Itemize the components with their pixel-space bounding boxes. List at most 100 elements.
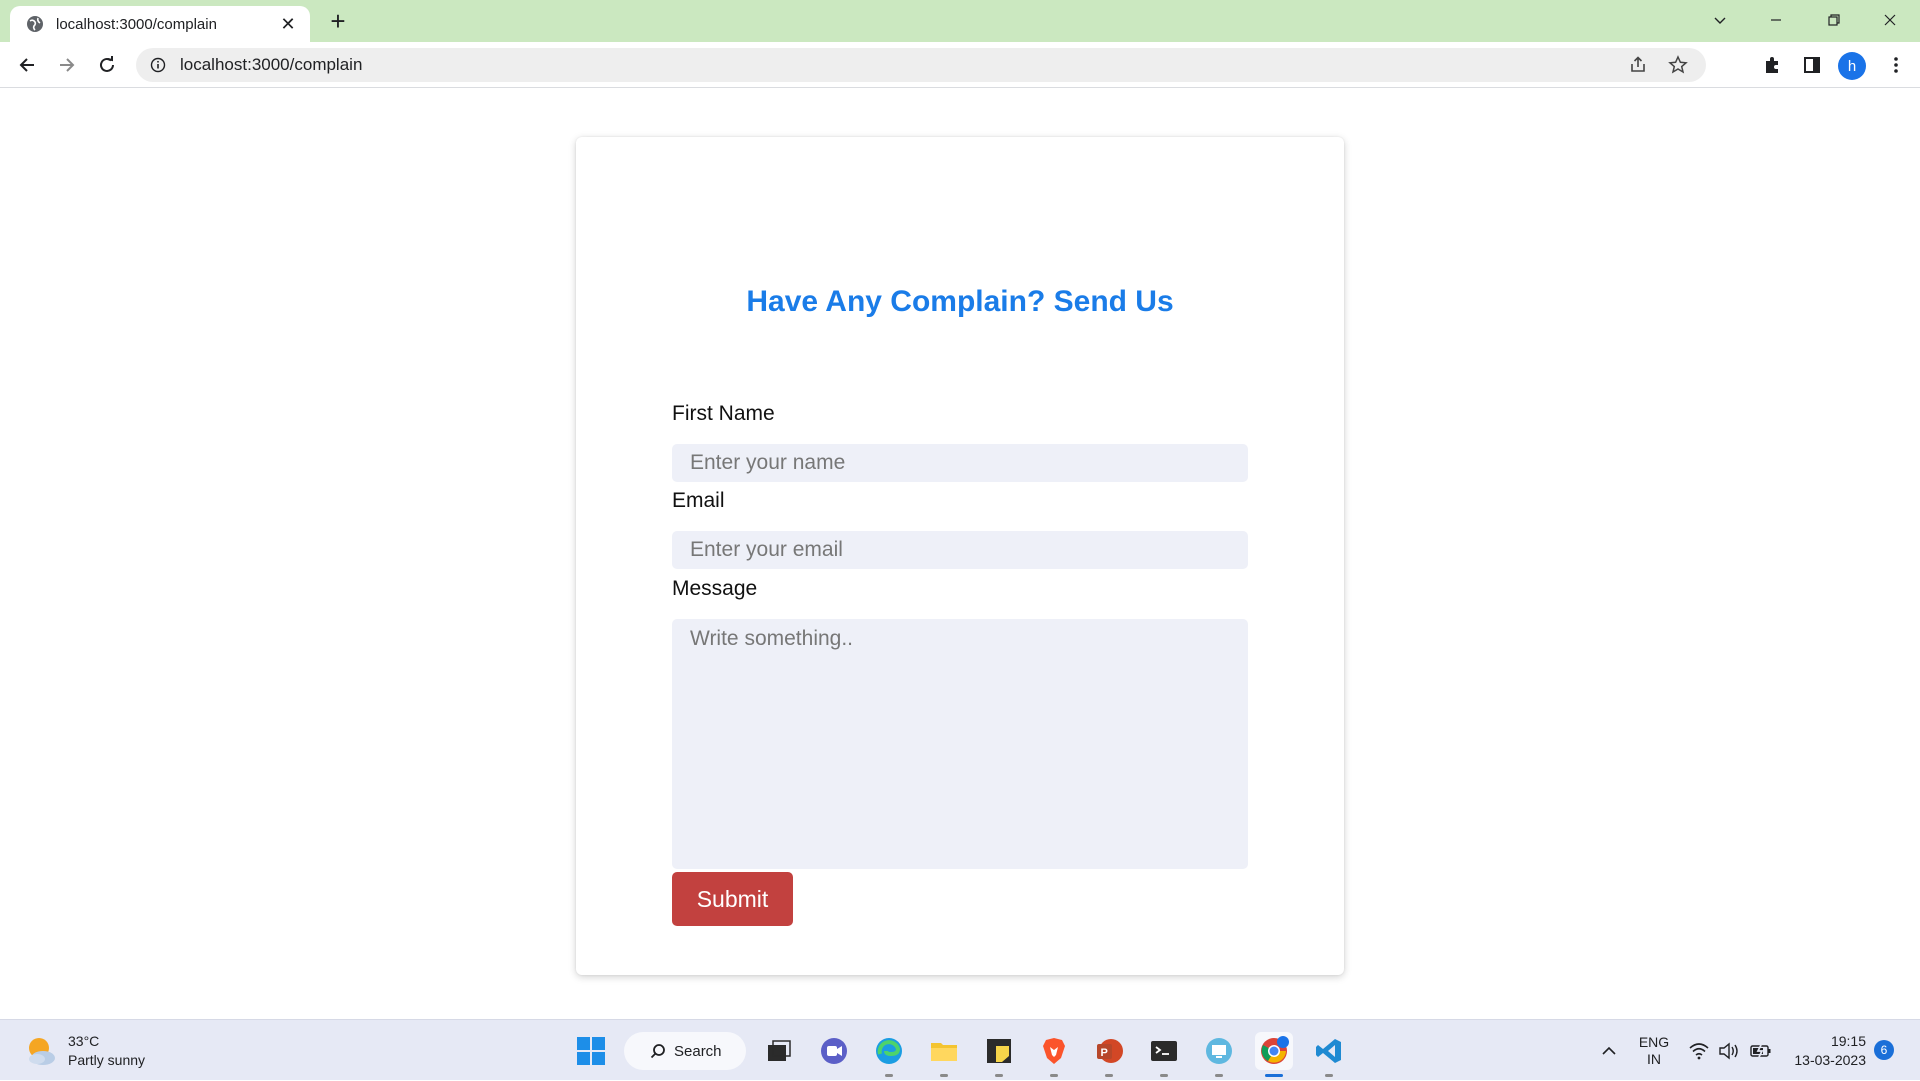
email-input[interactable] bbox=[672, 531, 1248, 569]
form-title: Have Any Complain? Send Us bbox=[746, 285, 1174, 318]
browser-tab-strip: localhost:3000/complain ✕ + bbox=[0, 0, 1920, 42]
language-code: ENG bbox=[1638, 1033, 1670, 1050]
minimize-button[interactable] bbox=[1748, 0, 1804, 40]
share-icon bbox=[1631, 56, 1645, 72]
chrome-icon bbox=[1261, 1036, 1289, 1064]
tab-close-icon[interactable]: ✕ bbox=[278, 14, 298, 35]
weather-description: Partly sunny bbox=[68, 1052, 146, 1068]
terminal-icon bbox=[1151, 1041, 1177, 1061]
globe-icon bbox=[27, 16, 43, 32]
running-indicator bbox=[1215, 1074, 1223, 1077]
running-indicator bbox=[995, 1074, 1003, 1077]
profile-avatar[interactable]: h bbox=[1838, 52, 1866, 80]
terminal-button[interactable] bbox=[1145, 1032, 1183, 1077]
running-indicator bbox=[1160, 1074, 1168, 1077]
url-text: localhost:3000/complain bbox=[180, 55, 363, 74]
submit-button[interactable]: Submit bbox=[672, 872, 793, 926]
network-button[interactable] bbox=[1688, 1020, 1710, 1081]
partly-sunny-icon bbox=[29, 1038, 55, 1065]
chevron-up-icon bbox=[1602, 1046, 1616, 1055]
tab-title: localhost:3000/complain bbox=[56, 15, 217, 33]
show-hidden-icons-button[interactable] bbox=[1600, 1020, 1618, 1081]
task-view-button[interactable] bbox=[760, 1032, 798, 1070]
weather-widget[interactable]: 33°C Partly sunny bbox=[24, 1032, 145, 1070]
powerpoint-icon: P bbox=[1097, 1039, 1123, 1063]
speaker-icon bbox=[1719, 1042, 1738, 1059]
powerpoint-button[interactable]: P bbox=[1090, 1032, 1128, 1077]
extensions-button[interactable] bbox=[1756, 49, 1788, 81]
restore-icon bbox=[1828, 14, 1840, 26]
first-name-input[interactable] bbox=[672, 444, 1248, 482]
sticky-notes-icon bbox=[987, 1039, 1011, 1063]
page-content: Have Any Complain? Send Us First Name Em… bbox=[0, 89, 1920, 1019]
running-indicator bbox=[1105, 1074, 1113, 1077]
notification-badge[interactable]: 6 bbox=[1874, 1040, 1894, 1060]
browser-toolbar: localhost:3000/complain bbox=[0, 42, 1920, 88]
reload-button[interactable] bbox=[91, 49, 123, 81]
language-indicator[interactable]: ENG IN bbox=[1636, 1020, 1672, 1081]
more-vertical-icon bbox=[1894, 57, 1898, 73]
new-tab-button[interactable]: + bbox=[326, 8, 350, 34]
arrow-left-icon bbox=[19, 58, 34, 72]
search-label: Search bbox=[674, 1042, 722, 1060]
sticky-notes-button[interactable] bbox=[980, 1032, 1018, 1077]
remote-desktop-icon bbox=[1206, 1038, 1232, 1064]
forward-button[interactable] bbox=[51, 49, 83, 81]
puzzle-icon bbox=[1766, 57, 1778, 73]
volume-button[interactable] bbox=[1718, 1020, 1740, 1081]
complain-form-card: Have Any Complain? Send Us First Name Em… bbox=[576, 137, 1344, 975]
clock-date: 13-03-2023 bbox=[1794, 1051, 1866, 1068]
bookmark-button[interactable] bbox=[1664, 51, 1692, 79]
message-label: Message bbox=[672, 577, 758, 600]
wifi-icon bbox=[1689, 1042, 1709, 1059]
brave-icon bbox=[1043, 1038, 1065, 1064]
task-view-icon bbox=[768, 1040, 791, 1061]
tab-search-button[interactable] bbox=[1692, 0, 1748, 40]
side-panel-button[interactable] bbox=[1796, 49, 1828, 81]
region-code: IN bbox=[1647, 1050, 1661, 1067]
edge-button[interactable] bbox=[870, 1032, 908, 1077]
address-bar[interactable]: localhost:3000/complain bbox=[136, 48, 1706, 82]
clock[interactable]: 19:15 13-03-2023 bbox=[1782, 1020, 1866, 1081]
info-icon[interactable] bbox=[150, 57, 166, 73]
browser-tab[interactable]: localhost:3000/complain ✕ bbox=[10, 6, 310, 42]
battery-charging-icon bbox=[1750, 1044, 1771, 1057]
windows-taskbar: 33°C Partly sunny Search P ENG IN 19:15 … bbox=[0, 1019, 1920, 1080]
reload-icon bbox=[100, 56, 114, 72]
side-panel-icon bbox=[1804, 57, 1820, 73]
search-icon bbox=[650, 1044, 665, 1059]
first-name-label: First Name bbox=[672, 402, 775, 425]
teams-chat-button[interactable] bbox=[815, 1032, 853, 1070]
taskbar-search[interactable]: Search bbox=[624, 1032, 746, 1070]
file-explorer-button[interactable] bbox=[925, 1032, 963, 1077]
chrome-button[interactable] bbox=[1255, 1032, 1293, 1077]
arrow-right-icon bbox=[60, 58, 75, 72]
active-indicator bbox=[1265, 1074, 1283, 1077]
start-icon bbox=[577, 1037, 605, 1065]
battery-button[interactable] bbox=[1750, 1020, 1772, 1081]
start-button[interactable] bbox=[572, 1032, 610, 1070]
edge-icon bbox=[876, 1038, 902, 1064]
back-button[interactable] bbox=[11, 49, 43, 81]
share-button[interactable] bbox=[1624, 51, 1652, 79]
weather-temperature: 33°C bbox=[68, 1033, 100, 1049]
star-icon bbox=[1668, 55, 1688, 74]
vscode-icon bbox=[1316, 1039, 1341, 1063]
close-window-button[interactable] bbox=[1862, 0, 1918, 40]
teams-chat-icon bbox=[821, 1038, 847, 1064]
running-indicator bbox=[1050, 1074, 1058, 1077]
file-explorer-icon bbox=[931, 1043, 957, 1061]
message-textarea[interactable] bbox=[672, 619, 1248, 869]
browser-menu-button[interactable] bbox=[1880, 49, 1912, 81]
brave-button[interactable] bbox=[1035, 1032, 1073, 1077]
running-indicator bbox=[940, 1074, 948, 1077]
restore-button[interactable] bbox=[1806, 0, 1862, 40]
remote-desktop-button[interactable] bbox=[1200, 1032, 1238, 1077]
svg-text:P: P bbox=[1101, 1047, 1108, 1059]
vscode-button[interactable] bbox=[1310, 1032, 1348, 1077]
email-label: Email bbox=[672, 489, 725, 512]
running-indicator bbox=[885, 1074, 893, 1077]
chevron-down-icon bbox=[1714, 17, 1726, 24]
clock-time: 19:15 bbox=[1830, 1032, 1866, 1049]
close-icon bbox=[1884, 14, 1896, 26]
